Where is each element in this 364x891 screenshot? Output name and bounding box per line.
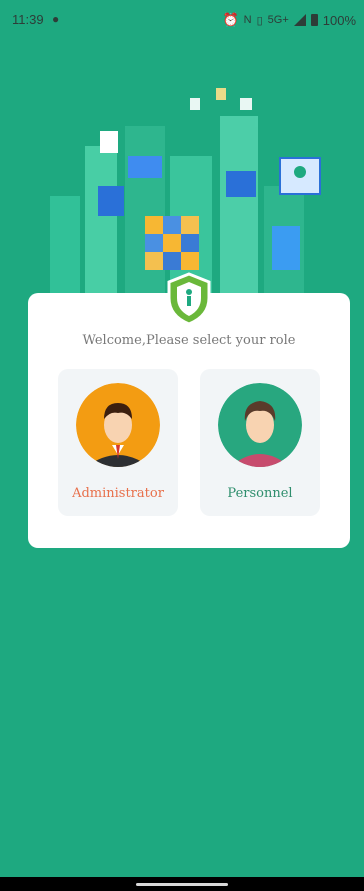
status-bar: 11:39 ● ⏰ N ▯ 5G+ 100% — [0, 0, 364, 40]
status-icons: ⏰ N ▯ 5G+ 100% — [222, 12, 356, 28]
signal-icon — [293, 14, 306, 26]
battery-icon — [310, 14, 318, 26]
administrator-avatar — [76, 383, 160, 467]
personnel-avatar — [218, 383, 302, 467]
administrator-label: Administrator — [72, 486, 164, 501]
role-selection-card: Welcome,Please select your role Administ… — [28, 293, 350, 548]
welcome-text: Welcome,Please select your role — [82, 333, 296, 348]
wechat-icon: ● — [52, 12, 60, 26]
nfc-icon: N — [243, 14, 252, 26]
status-time: 11:39 — [12, 12, 44, 27]
shield-icon — [167, 272, 211, 326]
battery-level: 100% — [322, 12, 356, 28]
home-gesture-handle[interactable] — [136, 883, 228, 886]
personnel-role-button[interactable]: Personnel — [200, 369, 320, 516]
role-selection-screen: 11:39 ● ⏰ N ▯ 5G+ 100% Welcome,Please se… — [0, 0, 364, 891]
vibrate-icon: ▯ — [256, 14, 263, 27]
network-type: 5G+ — [267, 14, 289, 26]
administrator-role-button[interactable]: Administrator — [58, 369, 178, 516]
alarm-icon: ⏰ — [222, 12, 239, 27]
personnel-label: Personnel — [227, 486, 293, 501]
navigation-bar — [0, 877, 364, 891]
